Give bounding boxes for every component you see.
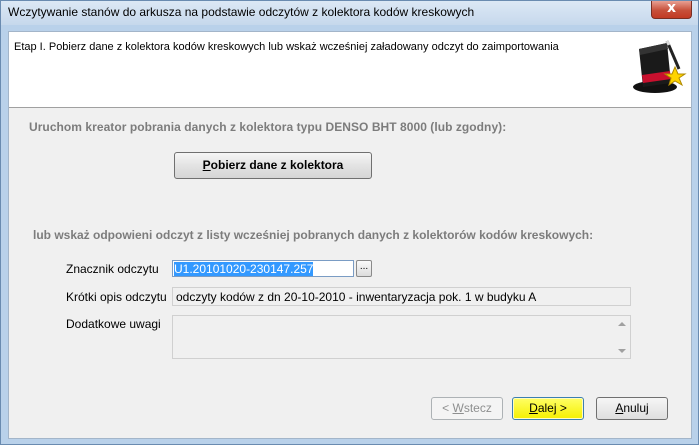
next-button[interactable]: Dalej >	[512, 397, 584, 420]
wizard-header: Etap I. Pobierz dane z kolektora kodów k…	[9, 32, 691, 108]
fetch-button-label: obierz dane z kolektora	[210, 158, 344, 172]
window-title: Wczytywanie stanów do arkusza na podstaw…	[8, 5, 475, 19]
scroll-up-icon[interactable]	[618, 322, 626, 326]
notes-textarea[interactable]	[172, 315, 631, 359]
notes-scrollbar[interactable]	[614, 316, 630, 358]
browse-marker-button[interactable]: ...	[356, 260, 372, 277]
desc-label: Krótki opis odczytu	[66, 290, 167, 304]
section-history-label: lub wskaż odpowieni odczyt z listy wcześ…	[33, 228, 594, 242]
dialog-client: Etap I. Pobierz dane z kolektora kodów k…	[8, 31, 692, 439]
back-mnemonic: W	[452, 401, 464, 415]
back-label: stecz	[463, 401, 492, 415]
cancel-label: nuluj	[623, 401, 649, 415]
marker-input-value: U1.20101020-230147.257	[174, 262, 314, 276]
cancel-button[interactable]: Anuluj	[596, 397, 668, 420]
scroll-down-icon[interactable]	[618, 349, 626, 353]
next-label: alej >	[537, 401, 567, 415]
close-button[interactable]: x	[651, 0, 692, 19]
desc-input[interactable]: odczyty kodów z dn 20-10-2010 - inwentar…	[172, 287, 631, 306]
dialog-window: Wczytywanie stanów do arkusza na podstaw…	[0, 0, 699, 445]
step-description: Etap I. Pobierz dane z kolektora kodów k…	[14, 41, 559, 53]
marker-label: Znacznik odczytu	[66, 262, 159, 276]
close-icon: x	[666, 0, 677, 16]
title-bar[interactable]: Wczytywanie stanów do arkusza na podstaw…	[1, 0, 698, 25]
section-collector-label: Uruchom kreator pobrania danych z kolekt…	[29, 120, 507, 134]
back-button[interactable]: < Wstecz	[431, 397, 503, 420]
marker-input[interactable]: U1.20101020-230147.257	[172, 260, 354, 277]
back-arrow-label: <	[442, 401, 453, 415]
notes-label: Dodatkowe uwagi	[66, 317, 161, 331]
next-mnemonic: D	[529, 401, 538, 415]
magic-hat-icon	[633, 40, 687, 93]
fetch-from-collector-button[interactable]: Pobierz dane z kolektora	[174, 152, 372, 179]
fetch-button-mnemonic: P	[202, 158, 211, 172]
